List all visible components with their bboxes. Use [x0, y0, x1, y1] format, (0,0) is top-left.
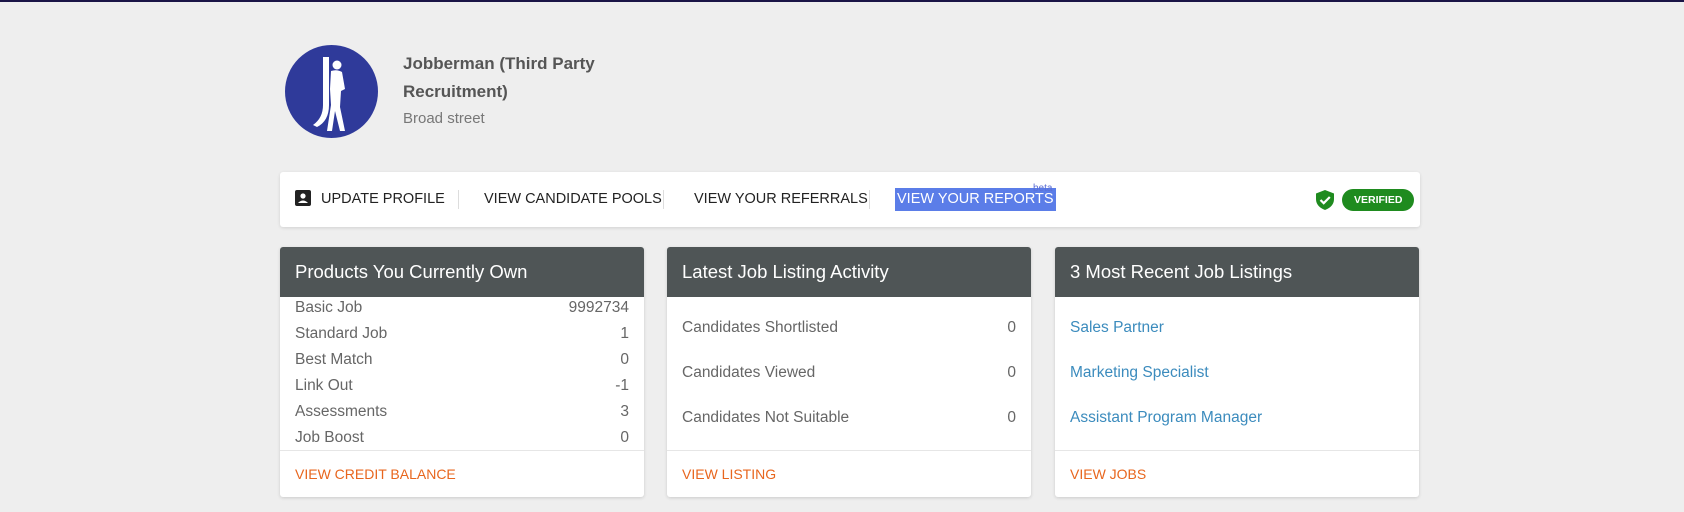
activity-label: Candidates Shortlisted	[682, 319, 838, 336]
nav-divider	[663, 190, 664, 209]
product-label: Link Out	[295, 377, 353, 394]
product-label: Job Boost	[295, 429, 364, 446]
activity-row: Candidates Shortlisted 0	[682, 315, 1016, 341]
product-count: 0	[620, 429, 629, 446]
jobberman-logo-icon	[313, 57, 345, 131]
product-label: Standard Job	[295, 325, 388, 342]
activity-card-title: Latest Job Listing Activity	[667, 247, 1031, 297]
listings-card-title: 3 Most Recent Job Listings	[1055, 247, 1419, 297]
job-listing-link[interactable]: Assistant Program Manager	[1070, 405, 1262, 431]
product-count: 3	[620, 403, 629, 420]
view-jobs-link[interactable]: VIEW JOBS	[1070, 451, 1146, 497]
product-label: Best Match	[295, 351, 373, 368]
view-referrals-link[interactable]: VIEW YOUR REFERRALS	[694, 172, 868, 227]
products-owned-card: Products You Currently Own Basic Job 999…	[280, 247, 644, 497]
product-count: 1	[620, 325, 629, 342]
product-row: Link Out -1	[295, 373, 629, 399]
activity-count: 0	[1007, 409, 1016, 426]
view-credit-balance-link[interactable]: VIEW CREDIT BALANCE	[295, 451, 456, 497]
listings-list: Sales Partner Marketing Specialist Assis…	[1055, 297, 1419, 451]
product-row: Assessments 3	[295, 399, 629, 425]
contact-card-icon	[295, 189, 311, 206]
product-count: -1	[615, 377, 629, 394]
product-label: Assessments	[295, 403, 388, 420]
job-listing-link[interactable]: Marketing Specialist	[1070, 360, 1209, 386]
activity-row: Candidates Not Suitable 0	[682, 405, 1016, 431]
activity-label: Candidates Viewed	[682, 364, 816, 381]
top-border	[0, 0, 1684, 2]
products-card-title: Products You Currently Own	[280, 247, 644, 297]
activity-list: Candidates Shortlisted 0 Candidates View…	[667, 297, 1031, 451]
activity-label: Candidates Not Suitable	[682, 409, 850, 426]
recent-job-listings-card: 3 Most Recent Job Listings Sales Partner…	[1055, 247, 1419, 497]
view-reports-label: VIEW YOUR REPORTS	[895, 188, 1056, 211]
activity-count: 0	[1007, 319, 1016, 336]
product-count: 9992734	[568, 299, 629, 316]
beta-badge: beta	[1033, 183, 1053, 194]
product-row: Basic Job 9992734	[295, 295, 629, 321]
product-row: Best Match 0	[295, 347, 629, 373]
verified-badge: VERIFIED	[1342, 189, 1415, 211]
update-profile-link[interactable]: UPDATE PROFILE	[295, 172, 445, 227]
job-listing-link[interactable]: Sales Partner	[1070, 315, 1164, 341]
product-row: Job Boost 0	[295, 425, 629, 451]
profile-action-bar: UPDATE PROFILE VIEW CANDIDATE POOLS VIEW…	[280, 172, 1420, 227]
nav-divider	[869, 190, 870, 209]
view-reports-link[interactable]: VIEW YOUR REPORTS beta	[895, 183, 1056, 211]
activity-row: Candidates Viewed 0	[682, 360, 1016, 386]
job-listing-activity-card: Latest Job Listing Activity Candidates S…	[667, 247, 1031, 497]
company-logo	[285, 45, 378, 138]
product-count: 0	[620, 351, 629, 368]
nav-divider	[458, 190, 459, 209]
activity-count: 0	[1007, 364, 1016, 381]
product-row: Standard Job 1	[295, 321, 629, 347]
company-address: Broad street	[403, 110, 485, 127]
company-name: Jobberman (Third Party Recruitment)	[403, 54, 595, 101]
update-profile-label: UPDATE PROFILE	[321, 191, 445, 207]
products-list: Basic Job 9992734 Standard Job 1 Best Ma…	[280, 297, 644, 451]
verified-shield-icon	[1316, 190, 1334, 210]
view-candidate-pools-link[interactable]: VIEW CANDIDATE POOLS	[484, 172, 662, 227]
view-listing-link[interactable]: VIEW LISTING	[682, 451, 776, 497]
product-label: Basic Job	[295, 299, 363, 316]
